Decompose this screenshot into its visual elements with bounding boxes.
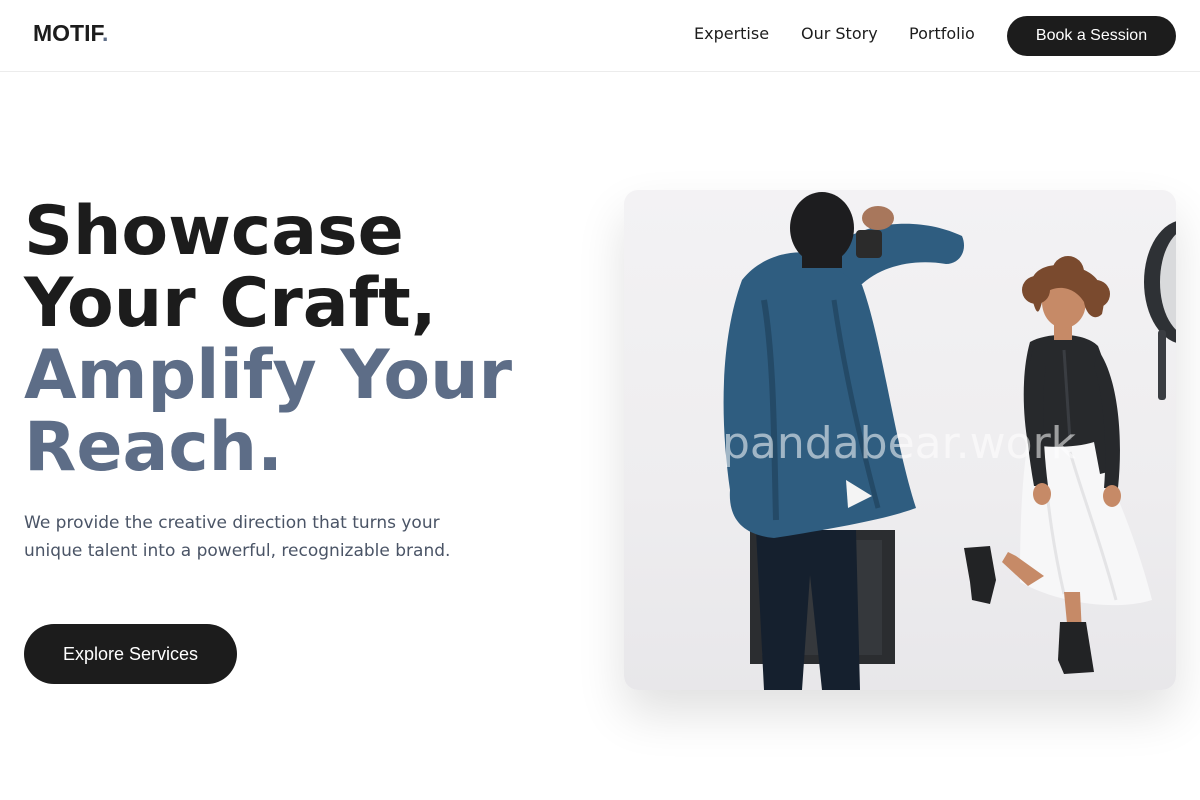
headline-line-3: Amplify Your [24,336,513,415]
logo-dot: . [102,20,109,46]
nav-link-portfolio[interactable]: Portfolio [909,24,975,43]
image-watermark: pandabear.work [722,418,1077,469]
nav-link-our-story[interactable]: Our Story [801,24,878,43]
hero-headline: Showcase Your Craft, Amplify Your Reach. [24,196,604,484]
logo[interactable]: MOTIF. [33,20,108,47]
explore-services-button[interactable]: Explore Services [24,624,237,684]
site-header: MOTIF. Expertise Our Story Portfolio Boo… [0,0,1200,72]
nav-link-expertise[interactable]: Expertise [694,24,769,43]
logo-text: MOTIF [33,20,102,46]
headline-line-4: Reach. [24,408,283,487]
hero-subtext: We provide the creative direction that t… [24,513,451,561]
headline-line-2: Your Craft, [24,264,437,343]
headline-line-1: Showcase [24,192,404,271]
book-session-button[interactable]: Book a Session [1007,16,1176,56]
hero-image: pandabear.work [624,190,1176,690]
